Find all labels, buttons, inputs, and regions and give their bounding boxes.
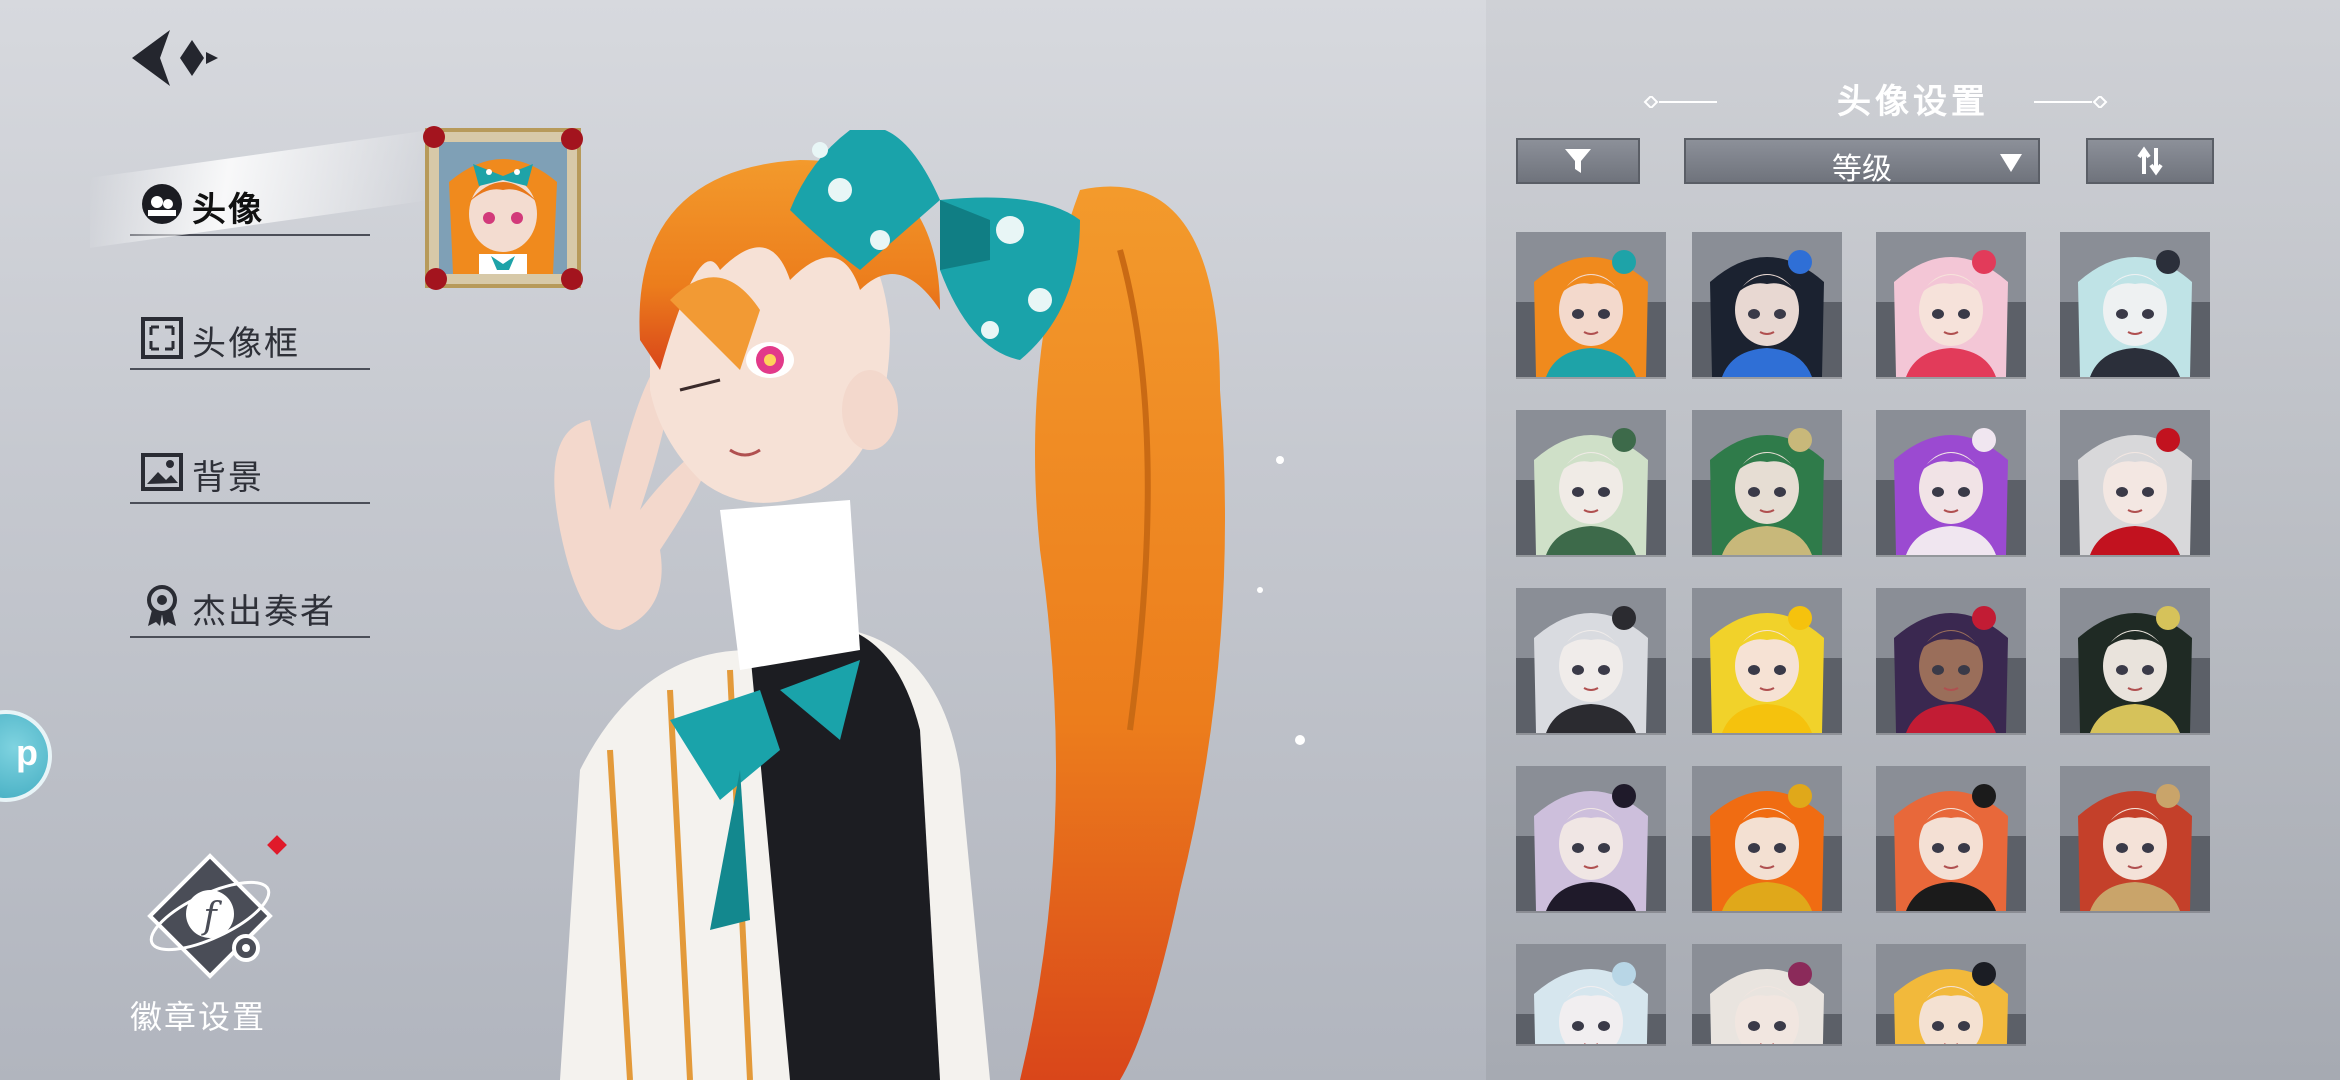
frame-icon [141,317,183,359]
avatar-option[interactable] [2060,766,2210,911]
avatar-option[interactable] [1692,410,1842,555]
title-ornament-right [2034,96,2108,108]
medal-icon [147,585,177,626]
avatar-option[interactable] [1692,766,1842,911]
avatar-portrait [1692,410,1842,555]
avatar-option[interactable] [1692,944,1842,1044]
avatar-portrait [1876,944,2026,1044]
avatar-portrait [1692,232,1842,377]
avatar-portrait [1692,944,1842,1044]
avatar-portrait [1876,410,2026,555]
badge-settings-button[interactable]: f 徽章设置 [130,852,290,1042]
avatar-portrait [2060,588,2210,733]
profile-stage: 头像 头像框 背景 杰出奏者 p f 徽章设置 [0,0,1486,1080]
avatar-icon [142,184,182,224]
avatar-option[interactable] [2060,588,2210,733]
menu-item-avatar[interactable]: 头像 [130,170,370,236]
avatar-portrait [1876,232,2026,377]
avatar-portrait [1876,766,2026,911]
avatar-option[interactable] [1876,766,2026,911]
picture-icon [141,453,183,491]
back-button[interactable] [126,26,222,90]
avatar-portrait [1692,766,1842,911]
menu-item-label: 背景 [192,459,264,497]
badge-settings-label: 徽章设置 [130,999,267,1035]
avatar-option[interactable] [1876,232,2026,377]
avatar-portrait [1516,944,1666,1044]
back-arrow-icon [132,30,218,86]
avatar-option[interactable] [1516,766,1666,911]
avatar-settings-panel: 头像设置 等级 [1486,0,2340,1080]
side-bubble-glyph: p [16,732,38,773]
menu-item-label: 杰出奏者 [192,593,336,631]
avatar-portrait [2060,232,2210,377]
avatar-portrait [1692,588,1842,733]
avatar-option[interactable] [1516,588,1666,733]
avatar-option[interactable] [2060,232,2210,377]
avatar-option[interactable] [1692,588,1842,733]
menu-item-label: 头像框 [192,325,300,363]
sort-dropdown[interactable]: 等级 [1684,138,2040,186]
sort-order-icon [2137,146,2163,176]
rose-ornament [423,126,445,148]
avatar-option[interactable] [2060,410,2210,555]
sort-dropdown-value: 等级 [1832,153,1892,186]
avatar-portrait [1516,766,1666,911]
avatar-portrait [2060,766,2210,911]
avatar-option[interactable] [1876,944,2026,1044]
avatar-portrait [1516,410,1666,555]
avatar-option[interactable] [1876,410,2026,555]
avatar-option[interactable] [1516,410,1666,555]
decorative-watermark [6,300,86,720]
badge-icon: f [147,853,273,979]
sort-order-toggle[interactable] [2086,138,2214,184]
filter-bar: 等级 [1516,138,2214,186]
menu-item-avatar-frame[interactable]: 头像框 [130,304,370,370]
menu-item-background[interactable]: 背景 [130,438,370,504]
character-illustration [554,130,1305,1080]
menu-item-label: 头像 [192,191,264,229]
avatar-option[interactable] [1516,232,1666,377]
avatar-option[interactable] [1516,944,1666,1044]
dropdown-triangle-icon [2000,154,2022,172]
avatar-option[interactable] [1876,588,2026,733]
avatar-portrait [1516,588,1666,733]
side-menu-bubble[interactable]: p [0,710,52,802]
funnel-icon [1565,149,1591,173]
rose-ornament [425,268,447,290]
avatar-portrait [1516,232,1666,377]
panel-title: 头像设置 [1837,82,1989,122]
avatar-portrait [1876,588,2026,733]
avatar-option[interactable] [1692,232,1842,377]
menu-item-outstanding-performer[interactable]: 杰出奏者 [130,572,370,638]
avatar-portrait [2060,410,2210,555]
filter-button[interactable] [1516,138,1640,184]
